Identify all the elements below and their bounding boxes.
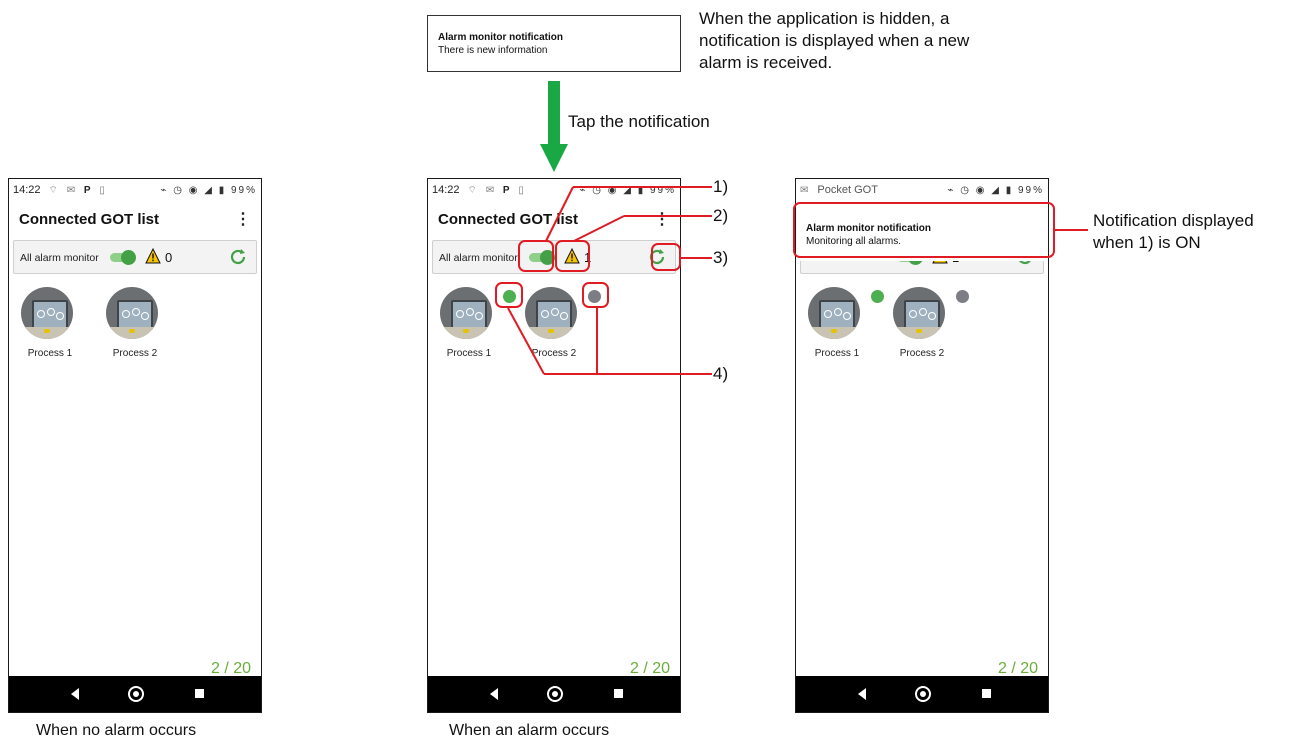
down-arrow-icon	[540, 144, 568, 172]
got-thumbnail	[440, 287, 492, 339]
page-title: Connected GOT list	[19, 211, 160, 228]
callout-box-status-dot	[582, 282, 609, 308]
callout-box-alarm-dot	[495, 282, 523, 308]
top-notification[interactable]: Alarm monitor notification There is new …	[427, 15, 681, 72]
notification-title: Alarm monitor notification	[438, 32, 563, 43]
navigation-bar	[428, 676, 680, 712]
top-annotation: When the application is hidden, a notifi…	[699, 9, 970, 72]
phone-screen-alarm: 14:22 ⌔ ✉ P ▯ ⌁ ◷ ◉ ◢ ▮ 99% Connected GO…	[427, 178, 681, 713]
monitor-label: All alarm monitor	[20, 252, 99, 264]
alarm-count: 0	[165, 250, 173, 265]
phone-screen-no-alarm: 14:22 ⌔ ✉ P ▯ ⌁ ◷ ◉ ◢ ▮ 99% Connected GO…	[8, 178, 262, 713]
status-system-icons: ⌁ ◷ ◉ ◢ ▮ 99%	[579, 184, 676, 196]
status-battery: 99%	[1017, 184, 1044, 196]
recents-icon[interactable]	[614, 689, 623, 698]
status-battery: 99%	[649, 184, 676, 196]
status-notification-icons: ⌔ ✉ P ▯	[467, 184, 527, 196]
got-label: Process 1	[27, 348, 73, 359]
page-title: Connected GOT list	[438, 211, 579, 228]
home-icon[interactable]	[915, 686, 931, 702]
all-alarm-monitor-toggle[interactable]	[110, 250, 136, 265]
back-icon[interactable]	[71, 688, 79, 700]
navigation-bar	[796, 676, 1048, 712]
down-arrow-shaft	[548, 81, 560, 146]
status-app-icon: ✉	[800, 184, 812, 196]
callout-label-3: 3)	[713, 248, 729, 267]
notification-body: There is new information	[438, 45, 548, 56]
alarm-monitor-bar: All alarm monitor 0	[13, 240, 257, 274]
recents-icon[interactable]	[195, 689, 204, 698]
got-thumbnail	[808, 287, 860, 339]
more-options-icon[interactable]: ⋮	[654, 209, 670, 229]
got-item-process-2[interactable]: Process 2	[517, 287, 591, 367]
status-time: 14:22	[13, 184, 41, 196]
monitor-label: All alarm monitor	[439, 252, 518, 264]
no-alarm-status-dot	[956, 290, 969, 303]
callout-box-notification	[793, 202, 1055, 258]
status-notification-icons: ⌔ ✉ P ▯	[48, 184, 108, 196]
status-bar: 14:22 ⌔ ✉ P ▯ ⌁ ◷ ◉ ◢ ▮ 99%	[428, 179, 680, 201]
got-item-process-1[interactable]: Process 1	[800, 287, 874, 367]
refresh-icon[interactable]	[228, 247, 248, 267]
status-bar: 14:22 ⌔ ✉ P ▯ ⌁ ◷ ◉ ◢ ▮ 99%	[9, 179, 261, 201]
got-label: Process 2	[112, 348, 158, 359]
caption-no-alarm: When no alarm occurs	[36, 722, 197, 739]
got-label: Process 2	[899, 348, 945, 359]
status-time: 14:22	[432, 184, 460, 196]
callout-label-1: 1)	[713, 177, 729, 196]
callout-box-alarm-count	[555, 240, 590, 272]
got-thumbnail	[893, 287, 945, 339]
got-label: Process 1	[446, 348, 492, 359]
alarm-monitor-bar: All alarm monitor 1	[432, 240, 676, 274]
phone-screen-notification: ✉ Pocket GOT ⌁ ◷ ◉ ◢ ▮ 99% All alarm mon…	[795, 178, 1049, 713]
navigation-bar	[9, 676, 261, 712]
callout-label-4: 4)	[713, 364, 729, 383]
tap-label: Tap the notification	[568, 112, 710, 131]
callout-label-2: 2)	[713, 206, 729, 225]
back-icon[interactable]	[490, 688, 498, 700]
got-label: Process 2	[531, 348, 577, 359]
callout-box-refresh	[651, 243, 681, 271]
recents-icon[interactable]	[982, 689, 991, 698]
status-system-icons: ⌁ ◷ ◉ ◢ ▮ 99%	[947, 184, 1044, 196]
got-item-process-2[interactable]: Process 2	[98, 287, 172, 367]
alarm-status-dot	[871, 290, 884, 303]
got-item-process-2[interactable]: Process 2	[885, 287, 959, 367]
more-options-icon[interactable]: ⋮	[235, 209, 251, 229]
got-label: Process 1	[814, 348, 860, 359]
warning-icon	[145, 248, 161, 264]
status-system-icons: ⌁ ◷ ◉ ◢ ▮ 99%	[160, 184, 257, 196]
status-bar: ✉ Pocket GOT ⌁ ◷ ◉ ◢ ▮ 99%	[796, 179, 1048, 201]
caption-alarm: When an alarm occurs	[449, 722, 610, 739]
right-annotation: Notification displayed when 1) is ON	[1093, 211, 1254, 252]
got-thumbnail	[21, 287, 73, 339]
got-thumbnail	[106, 287, 158, 339]
home-icon[interactable]	[547, 686, 563, 702]
status-battery: 99%	[230, 184, 257, 196]
callout-box-toggle	[518, 240, 554, 272]
home-icon[interactable]	[128, 686, 144, 702]
got-thumbnail	[525, 287, 577, 339]
back-icon[interactable]	[858, 688, 866, 700]
status-app-name: Pocket GOT	[817, 184, 878, 196]
got-item-process-1[interactable]: Process 1	[13, 287, 87, 367]
